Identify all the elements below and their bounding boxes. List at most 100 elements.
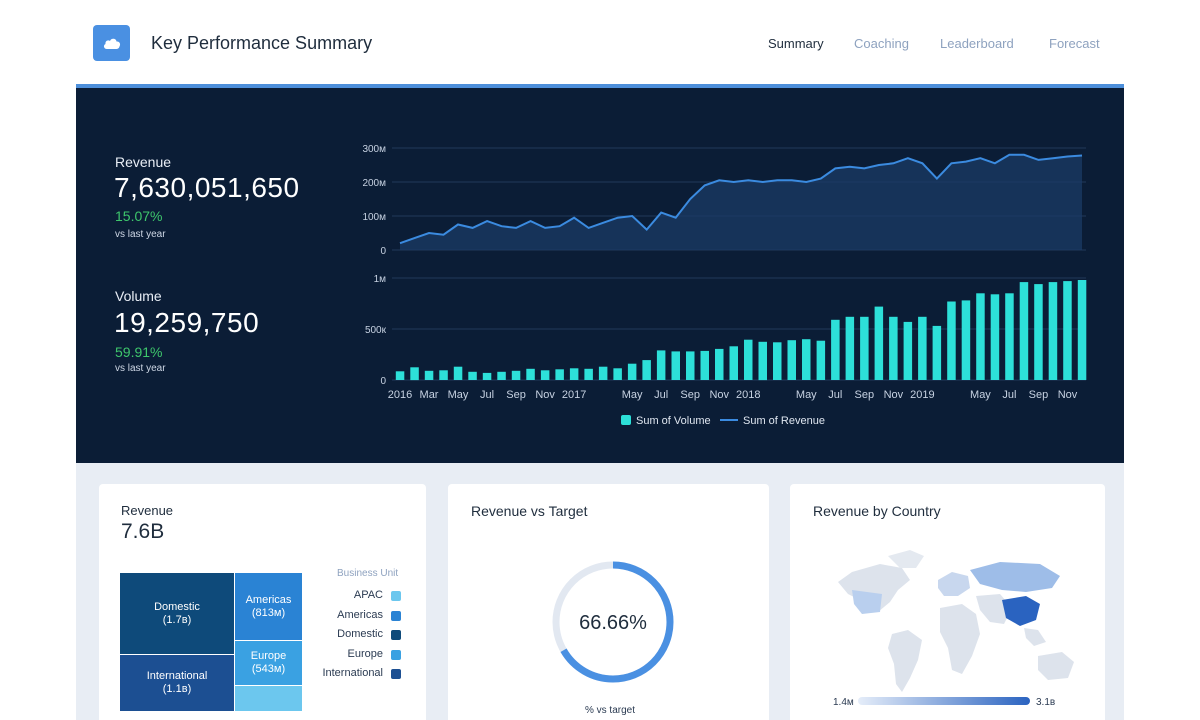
volume-bar [1077,280,1087,380]
volume-bar [700,350,709,380]
revenue-area-fill [400,154,1082,250]
gauge-percent-label: 66.66% [579,612,647,634]
volume-bar [569,368,579,380]
volume-axis-tick: 0 [380,376,386,387]
legend-title: Business Unit [337,568,399,579]
app-header: Key Performance Summary Summary Coaching… [0,0,1200,88]
map-region-china[interactable] [1002,596,1040,626]
volume-bar [671,351,680,380]
legend-swatch-international [391,669,401,679]
volume-bar [947,301,956,380]
treemap-tile-apac[interactable] [235,686,302,711]
map-region-greenland[interactable] [888,550,924,568]
x-axis-tick-label: May [448,389,469,401]
volume-bar [482,372,492,380]
revenue-card-title: Revenue [121,503,174,518]
treemap-tile-international[interactable]: International (1.1в) [120,655,234,711]
tile-label: Domestic [154,600,200,613]
volume-bar [424,370,434,380]
volume-bar [932,325,942,380]
x-axis-tick-label: 2016 [388,389,412,401]
scale-max-label: 3.1в [1036,697,1055,708]
volume-bar [744,339,753,380]
map-region-russia[interactable] [970,562,1060,592]
x-axis-tick-label: 2019 [910,389,934,401]
volume-bar [395,371,405,380]
volume-bar [976,293,985,380]
map-region-south-america[interactable] [888,630,922,692]
map-region-usa[interactable] [852,590,882,614]
revenue-axis-tick: 300м [362,144,386,155]
map-region-europe[interactable] [938,572,970,596]
volume-bar [439,370,448,380]
color-scale-bar [858,697,1030,705]
volume-bar [627,363,637,380]
x-axis-tick-label: Jul [480,389,494,401]
legend-item-americas: Americas [337,609,383,621]
volume-bar [526,368,535,380]
x-axis-tick-label: Sep [506,389,526,401]
cloud-logo-icon[interactable] [93,25,130,61]
volume-bar [961,300,971,380]
x-axis-tick-label: Nov [535,389,555,401]
volume-bar [889,316,898,380]
nav-tab-forecast[interactable]: Forecast [1049,36,1100,51]
x-axis-tick-label: 2018 [736,389,760,401]
volume-bar [1005,293,1014,380]
x-axis-tick-label: Sep [1029,389,1049,401]
revenue-axis-tick: 200м [362,178,386,189]
map-region-africa[interactable] [940,604,980,674]
world-map: 1.4м 3.1в [833,550,1074,708]
volume-bar [613,368,622,380]
x-axis-tick-label: Nov [1058,389,1078,401]
nav-tab-coaching[interactable]: Coaching [854,36,909,51]
volume-bar [816,340,826,380]
volume-bar [410,367,419,381]
volume-bar [656,350,666,380]
volume-bar [831,319,840,380]
volume-bar [860,316,869,380]
kpi-hero-panel: Revenue 7,630,051,650 15.07% vs last yea… [76,88,1124,463]
revenue-vs-target-card: Revenue vs Target 66.66% % vs target [448,484,769,720]
scale-min-label: 1.4м [833,697,854,708]
treemap-tile-europe[interactable]: Europe (543м) [235,641,302,685]
treemap-tile-americas[interactable]: Americas (813м) [235,573,302,640]
x-axis-tick-label: Jul [828,389,842,401]
treemap-tile-domestic[interactable]: Domestic (1.7в) [120,573,234,654]
legend-label-revenue: Sum of Revenue [743,415,825,427]
tile-amount: (813м) [251,606,286,619]
nav-tab-leaderboard[interactable]: Leaderboard [940,36,1014,51]
volume-bar [598,366,608,380]
tile-label: International [146,670,208,682]
x-axis-tick-label: Mar [420,389,439,401]
volume-bar [758,341,767,381]
nav-tab-summary[interactable]: Summary [768,36,824,51]
x-axis-tick-label: May [622,389,643,401]
x-axis-tick-label: Sep [855,389,875,401]
volume-bar [584,368,593,380]
volume-axis-tick: 500к [365,325,387,336]
volume-bar [715,348,724,380]
x-axis-tick-label: Jul [1002,389,1016,401]
map-region-southeast-asia[interactable] [1024,628,1046,646]
legend-swatch-volume [621,415,631,425]
volume-bar [845,316,855,380]
legend-item-apac: APAC [353,589,383,601]
x-axis-tick-label: May [796,389,817,401]
map-region-australia[interactable] [1038,652,1074,680]
revenue-axis-tick: 100м [362,212,386,223]
volume-bar [1063,281,1072,380]
page-title: Key Performance Summary [151,33,373,53]
volume-bar [903,321,913,380]
legend-item-europe: Europe [347,648,383,660]
revenue-treemap-card: Revenue 7.6B Domestic (1.7в) Internation… [99,484,426,720]
legend-swatch-apac [391,591,401,601]
legend-swatch-americas [391,611,401,621]
revenue-axis-tick: 0 [380,246,386,257]
legend-swatch-domestic [391,630,401,640]
volume-bar [990,294,1000,380]
volume-bar [1019,282,1029,380]
volume-bar [787,340,796,380]
dashboard-cards-area: Revenue 7.6B Domestic (1.7в) Internation… [76,463,1124,720]
volume-bar [1048,282,1058,380]
